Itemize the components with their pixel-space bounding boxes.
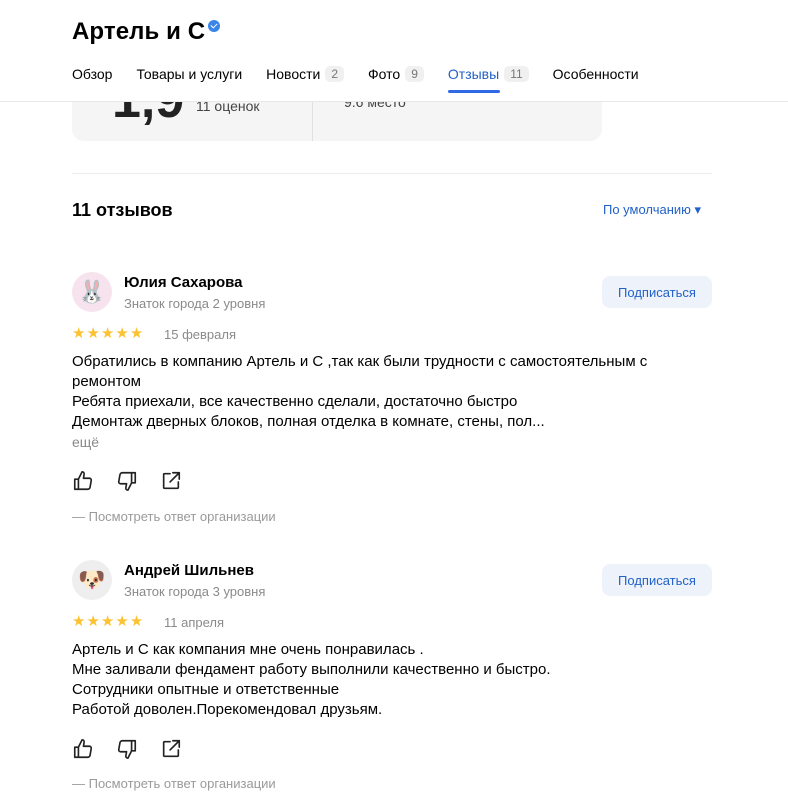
- author-level: Знаток города 3 уровня: [124, 584, 266, 599]
- thumbs-down-icon[interactable]: [116, 470, 138, 492]
- review-line: Мне заливали фендамент работу выполнили …: [72, 661, 551, 678]
- tab-reviews[interactable]: Отзывы 11: [447, 64, 529, 93]
- avatar[interactable]: 🐰: [72, 272, 112, 312]
- tab-overview[interactable]: Обзор: [72, 64, 112, 84]
- tab-count-badge: 11: [504, 66, 529, 82]
- review-line: Обратились в компанию Артель и С ,так ка…: [72, 353, 648, 390]
- tab-bar: Обзор Товары и услуги Новости 2 Фото 9 О…: [72, 64, 663, 93]
- reviews-count-title: 11 отзывов: [72, 200, 173, 220]
- review-card: 🐶 Андрей Шильнев Знаток города 3 уровня …: [72, 560, 712, 794]
- tab-label: Новости: [266, 66, 321, 82]
- sort-dropdown[interactable]: По умолчанию ▾: [603, 202, 701, 218]
- tab-photos[interactable]: Фото 9: [368, 64, 424, 84]
- page-header: Артель и С Обзор Товары и услуги Новости…: [0, 0, 788, 102]
- title-row: Артель и С: [72, 18, 221, 46]
- review-line: Сотрудники опытные и ответственные: [72, 681, 340, 698]
- review-date: 15 февраля: [164, 327, 236, 342]
- review-text: Обратились в компанию Артель и С ,так ка…: [72, 352, 712, 452]
- verified-check-icon: [208, 20, 221, 32]
- share-icon[interactable]: [160, 738, 182, 760]
- star-icon: ★: [100, 613, 115, 630]
- star-rating: ★ ★ ★ ★ ★: [72, 326, 144, 342]
- star-icon: ★: [115, 325, 129, 342]
- thumbs-down-icon[interactable]: [116, 738, 138, 760]
- page-title: Артель и С: [72, 18, 206, 45]
- star-icon: ★: [129, 325, 144, 342]
- review-date: 11 апреля: [164, 615, 225, 630]
- view-org-answer-link[interactable]: — Посмотреть ответ организации: [72, 509, 276, 524]
- star-rating: ★ ★ ★ ★ ★: [72, 614, 144, 630]
- review-card: 🐰 Юлия Сахарова Знаток города 2 уровня П…: [72, 272, 712, 532]
- tab-label: Обзор: [72, 66, 113, 82]
- tab-label: Товары и услуги: [136, 66, 243, 82]
- subscribe-button[interactable]: Подписаться: [602, 276, 712, 308]
- author-level: Знаток города 2 уровня: [124, 296, 266, 311]
- star-icon: ★: [86, 325, 100, 342]
- read-more-link[interactable]: ещё: [72, 432, 712, 452]
- tab-news[interactable]: Новости 2: [266, 64, 345, 84]
- review-text: Артель и С как компания мне очень понрав…: [72, 640, 712, 720]
- star-icon: ★: [72, 325, 86, 342]
- thumbs-up-icon[interactable]: [72, 470, 94, 492]
- tab-count-badge: 2: [325, 66, 345, 82]
- tab-label: Особенности: [552, 66, 639, 82]
- tab-label: Отзывы: [447, 66, 500, 82]
- review-line: Демонтаж дверных блоков, полная отделка …: [72, 413, 545, 430]
- author-name[interactable]: Андрей Шильнев: [124, 562, 254, 579]
- tab-features[interactable]: Особенности: [553, 64, 639, 84]
- tab-count-badge: 9: [405, 66, 424, 82]
- view-org-answer-link[interactable]: — Посмотреть ответ организации: [72, 776, 276, 791]
- subscribe-button[interactable]: Подписаться: [602, 564, 712, 596]
- star-icon: ★: [72, 613, 86, 630]
- section-divider: [72, 173, 712, 174]
- review-line: Артель и С как компания мне очень понрав…: [72, 641, 424, 658]
- share-icon[interactable]: [160, 470, 182, 492]
- thumbs-up-icon[interactable]: [72, 738, 94, 760]
- tab-goods-services[interactable]: Товары и услуги: [136, 64, 242, 84]
- star-icon: ★: [115, 613, 129, 630]
- star-icon: ★: [129, 613, 144, 630]
- star-icon: ★: [100, 325, 115, 342]
- star-icon: ★: [86, 613, 100, 630]
- review-line: Ребята приехали, все качественно сделали…: [72, 393, 518, 410]
- author-name[interactable]: Юлия Сахарова: [124, 274, 243, 291]
- review-actions: [72, 470, 204, 492]
- tab-label: Фото: [368, 66, 401, 82]
- review-actions: [72, 738, 204, 760]
- avatar[interactable]: 🐶: [72, 560, 112, 600]
- review-line: Работой доволен.Порекомендовал друзьям.: [72, 701, 383, 718]
